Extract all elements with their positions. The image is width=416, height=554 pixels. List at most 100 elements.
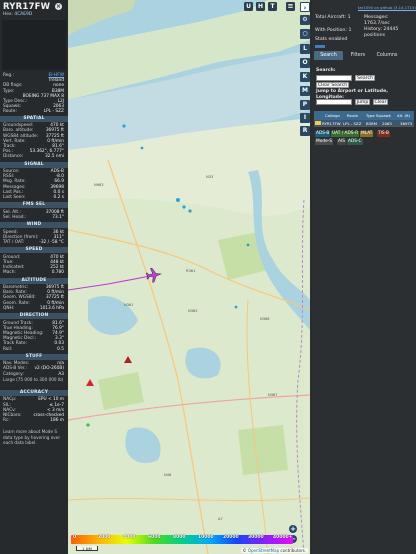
altitude-tick: 6000 (148, 535, 161, 540)
altitude-tick: 40000+ (273, 535, 293, 540)
detail-label: TAT / OAT: (3, 240, 25, 245)
section-header-speed: SPEED (0, 247, 68, 254)
section-header-direction: DIRECTION (0, 313, 68, 319)
map-canvas: R361 N361 N362 N983 N33 N366 N367 A7 N46 (68, 0, 310, 554)
attribution-prefix: © (242, 548, 247, 553)
receiver-marker (176, 198, 180, 202)
hex-value: 4CAE9D (14, 12, 33, 17)
toolbar-button-k[interactable]: K (300, 72, 310, 82)
section-header-signal: SIGNAL (0, 161, 68, 168)
altitude-tick: 30000 (248, 535, 264, 540)
section-header-altitude: ALTITUDE (0, 277, 68, 284)
map-attribution: © OpenStreetMap contributors. (240, 548, 308, 553)
road-label: N366 (260, 317, 270, 321)
clear-button[interactable]: Clear (373, 99, 388, 105)
detail-row: Mach: 0.780 (2, 270, 66, 275)
receiver-marker (182, 205, 186, 209)
road-label: N361 (124, 303, 134, 307)
road-label: N983 (94, 183, 104, 187)
category-description: Large (75 000 to 300 000 lb) (3, 376, 64, 382)
altitude-tick: 8000 (173, 535, 186, 540)
detail-value: LPL - SZZ (43, 109, 64, 115)
map-button-h[interactable]: H (256, 2, 265, 11)
panel-tabs: Search Filters Columns (314, 51, 414, 60)
gear-icon[interactable]: ⚙ (300, 15, 310, 25)
with-pos-label: With Position: (315, 28, 347, 33)
detail-row: Distance: 32.5 nmi (2, 154, 66, 159)
with-position: With Position: 1 (315, 28, 351, 34)
history-count: History: 24445 positions (364, 27, 416, 39)
col-altitude[interactable]: Alt. (ft) (397, 113, 410, 118)
layer-toolbar: › ⚙ ○ LOKMPIR (299, 0, 311, 554)
forest-3 (238, 425, 288, 475)
hamburger-menu-icon[interactable]: ≡ (286, 2, 295, 11)
toolbar-button-r[interactable]: R (300, 126, 310, 136)
toolbar-button-o[interactable]: O (300, 58, 310, 68)
total-value: 1 (347, 15, 351, 20)
aircraft-table-header: Callsign Route Type Squawk Alt. (ft) (314, 111, 414, 120)
road-label: R361 (186, 269, 195, 273)
map-scale: 1 NM (76, 546, 98, 551)
jump-button[interactable]: Jump (355, 99, 370, 105)
detail-row: Roll: 0.5 (2, 347, 66, 352)
hex-label: Hex: (3, 12, 14, 17)
zoom-in-button[interactable]: + (289, 525, 297, 533)
tab-filters[interactable]: Filters (345, 51, 371, 60)
tab-search[interactable]: Search (314, 51, 343, 60)
app-root: RYR17FW × Hex: 4CAE9D Reg.: EI-HFW Ireland… (0, 0, 416, 554)
total-aircraft: Total Aircraft: 1 (315, 15, 351, 21)
row-type: B38M (366, 120, 377, 126)
receiver-marker (246, 243, 250, 247)
road-label: A7 (218, 517, 223, 521)
receiver-marker (140, 146, 144, 150)
toolbar-button-i[interactable]: I (300, 113, 310, 123)
jump-input[interactable] (316, 99, 352, 105)
clear-search-button[interactable]: Clear Search (316, 82, 349, 88)
detail-label: Rc: (3, 418, 10, 424)
stats-label: Stats (315, 37, 327, 42)
close-icon[interactable]: × (55, 3, 62, 10)
section-header-fms: FMS SEL (0, 202, 68, 209)
detail-label: Distance: (3, 154, 24, 160)
detail-row: Sel. Head.: 73.1° (2, 215, 66, 220)
road-label: N367 (268, 393, 278, 397)
source-badge: ADS-B (315, 131, 331, 137)
messages-rate: Messages: 1763.7/sec (364, 15, 390, 27)
map-view[interactable]: R361 N361 N362 N983 N33 N366 N367 A7 N46 U H T ≡ (68, 0, 310, 554)
toolbar-button-m[interactable]: M (300, 86, 310, 96)
col-type[interactable]: Type (366, 113, 375, 118)
toolbar-button-l[interactable]: L (300, 44, 310, 54)
chevron-right-icon[interactable]: › (300, 2, 310, 12)
aircraft-info-panel: RYR17FW × Hex: 4CAE9D Reg.: EI-HFW Ireland… (0, 0, 68, 554)
row-callsign: RYR17FW (322, 120, 341, 126)
altitude-tick: 0 (73, 535, 77, 540)
altitude-tick: 4000 (123, 535, 136, 540)
detail-value: 32.5 nmi (44, 154, 64, 160)
row-squawk: 2063 (382, 120, 392, 126)
detail-value: 1013.6 hPa (39, 305, 64, 311)
with-pos-value: 1 (348, 28, 352, 33)
history-label: History: (364, 27, 382, 32)
tab-columns[interactable]: Columns (372, 51, 402, 60)
map-button-t[interactable]: T (268, 2, 277, 11)
col-callsign[interactable]: Callsign (325, 113, 340, 118)
toolbar-button-p[interactable]: P (300, 100, 310, 110)
detail-row: Rc: 186 m (2, 418, 66, 423)
search-button[interactable]: Search (355, 75, 375, 81)
total-label: Total Aircraft: (315, 15, 347, 20)
row-altitude: 36975 (400, 120, 413, 126)
flag-icon (315, 121, 321, 125)
aircraft-list-panel: tar1090 on github (3.14.1715) Total Airc… (312, 0, 416, 554)
osm-link[interactable]: OpenStreetMap (248, 548, 279, 553)
messages-label: Messages: (364, 15, 389, 20)
detail-label: Sel. Head.: (3, 214, 27, 220)
altitude-tick: 10000 (198, 535, 214, 540)
map-button-u[interactable]: U (244, 2, 253, 11)
col-route[interactable]: Route (347, 113, 358, 118)
search-input[interactable] (316, 75, 352, 81)
version-link[interactable]: tar1090 on github (3.14.1715) (358, 5, 416, 10)
footer-note: Learn more about Mode S data type by hov… (3, 429, 61, 446)
circle-icon[interactable]: ○ (300, 29, 310, 39)
col-squawk[interactable]: Squawk (376, 113, 391, 118)
detail-label: Last Seen: (3, 195, 26, 200)
